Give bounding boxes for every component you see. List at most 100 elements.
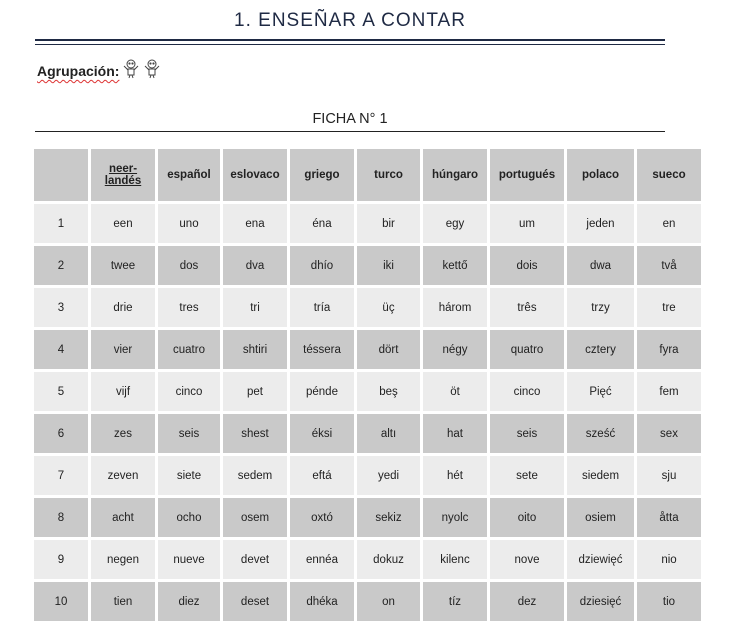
table-cell: osiem [567, 498, 634, 537]
table-cell: sex [637, 414, 701, 453]
row-number-cell: 4 [34, 330, 88, 369]
table-cell: tíz [423, 582, 487, 621]
table-cell: beş [357, 372, 420, 411]
table-cell: ennéa [290, 540, 354, 579]
table-cell: seis [158, 414, 220, 453]
table-cell: Pięć [567, 372, 634, 411]
table-cell: nyolc [423, 498, 487, 537]
table-cell: dwa [567, 246, 634, 285]
table-cell: seis [490, 414, 564, 453]
table-cell: dos [158, 246, 220, 285]
table-cell: ocho [158, 498, 220, 537]
table-row: 8 acht ocho osem oxtó sekiz nyolc oito osiem åtta [34, 498, 701, 537]
table-row: 4 vier cuatro shtiri téssera dört négy quatro cz… [34, 330, 701, 369]
table-cell: en [637, 204, 701, 243]
row-number-cell: 6 [34, 414, 88, 453]
numbers-table: neer-landés español eslovaco griego turc… [31, 146, 704, 624]
table-row: 6 zes seis shest éksi altı hat seis sześć sex [34, 414, 701, 453]
table-cell: twee [91, 246, 155, 285]
column-header-portuguese: portugués [490, 149, 564, 201]
grouping-label: Agrupación: [37, 63, 120, 79]
row-number-cell: 3 [34, 288, 88, 327]
table-cell: sekiz [357, 498, 420, 537]
column-header-hungarian: húngaro [423, 149, 487, 201]
table-cell: bir [357, 204, 420, 243]
table-cell: dziewięć [567, 540, 634, 579]
column-header-greek: griego [290, 149, 354, 201]
table-cell: altı [357, 414, 420, 453]
table-cell: sześć [567, 414, 634, 453]
table-cell: kilenc [423, 540, 487, 579]
table-cell: hét [423, 456, 487, 495]
table-cell: ena [223, 204, 287, 243]
table-cell: dez [490, 582, 564, 621]
table-cell: dokuz [357, 540, 420, 579]
table-cell: téssera [290, 330, 354, 369]
table-cell: üç [357, 288, 420, 327]
table-cell: acht [91, 498, 155, 537]
table-header-row: neer-landés español eslovaco griego turc… [34, 149, 701, 201]
row-number-cell: 1 [34, 204, 88, 243]
table-row: 1 een uno ena éna bir egy um jeden en [34, 204, 701, 243]
table-row: 5 vijf cinco pet pénde beş öt cinco Pięć fem [34, 372, 701, 411]
table-cell: cuatro [158, 330, 220, 369]
table-cell: tría [290, 288, 354, 327]
table-cell: yedi [357, 456, 420, 495]
column-header-slovak: eslovaco [223, 149, 287, 201]
column-header-swedish: sueco [637, 149, 701, 201]
table-cell: négy [423, 330, 487, 369]
table-row: 3 drie tres tri tría üç három três trzy tre [34, 288, 701, 327]
table-cell: hat [423, 414, 487, 453]
table-cell: pénde [290, 372, 354, 411]
grouping-row: Agrupación: [37, 59, 165, 79]
table-cell: siete [158, 456, 220, 495]
table-cell: nove [490, 540, 564, 579]
table-cell: tres [158, 288, 220, 327]
table-cell: három [423, 288, 487, 327]
sheet-title-rule [35, 131, 665, 132]
table-cell: shtiri [223, 330, 287, 369]
table-cell: zeven [91, 456, 155, 495]
table-cell: tre [637, 288, 701, 327]
table-cell: vier [91, 330, 155, 369]
row-number-cell: 10 [34, 582, 88, 621]
row-number-cell: 2 [34, 246, 88, 285]
row-number-cell: 7 [34, 456, 88, 495]
table-row: 7 zeven siete sedem eftá yedi hét sete siedem sju [34, 456, 701, 495]
column-header-turkish: turco [357, 149, 420, 201]
row-number-cell: 9 [34, 540, 88, 579]
table-cell: egy [423, 204, 487, 243]
table-cell: drie [91, 288, 155, 327]
table-cell: uno [158, 204, 220, 243]
table-row: 2 twee dos dva dhío iki kettő dois dwa två [34, 246, 701, 285]
column-header-number [34, 149, 88, 201]
table-cell: cinco [158, 372, 220, 411]
table-cell: dhío [290, 246, 354, 285]
column-header-dutch: neer-landés [91, 149, 155, 201]
table-cell: éksi [290, 414, 354, 453]
column-header-polish: polaco [567, 149, 634, 201]
table-cell: fem [637, 372, 701, 411]
table-cell: kettő [423, 246, 487, 285]
table-cell: deset [223, 582, 287, 621]
table-cell: quatro [490, 330, 564, 369]
table-cell: dziesięć [567, 582, 634, 621]
table-cell: zes [91, 414, 155, 453]
table-cell: diez [158, 582, 220, 621]
table-cell: éna [290, 204, 354, 243]
table-cell: een [91, 204, 155, 243]
table-cell: åtta [637, 498, 701, 537]
table-cell: devet [223, 540, 287, 579]
two-people-figures-icon [121, 57, 165, 79]
table-cell: sete [490, 456, 564, 495]
table-cell: tri [223, 288, 287, 327]
table-cell: dört [357, 330, 420, 369]
table-cell: shest [223, 414, 287, 453]
table-cell: nio [637, 540, 701, 579]
table-cell: sedem [223, 456, 287, 495]
row-number-cell: 8 [34, 498, 88, 537]
table-cell: on [357, 582, 420, 621]
table-cell: jeden [567, 204, 634, 243]
table-cell: oxtó [290, 498, 354, 537]
table-cell: iki [357, 246, 420, 285]
